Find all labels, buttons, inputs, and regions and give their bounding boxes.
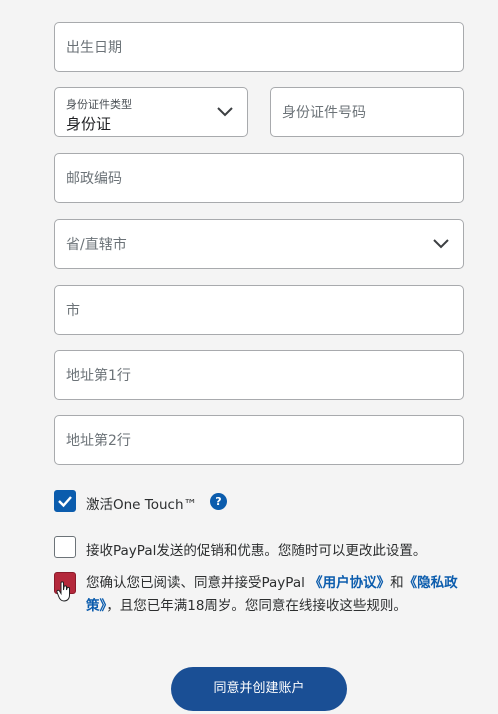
one-touch-checkbox[interactable] [54,490,76,512]
help-icon[interactable]: ? [210,493,227,510]
dob-field[interactable]: 出生日期 [54,22,464,72]
checkmark-icon [58,496,72,508]
address-line2-placeholder: 地址第2行 [66,433,131,449]
id-type-value: 身份证 [66,115,112,133]
id-type-label: 身份证件类型 [66,98,132,111]
dob-placeholder: 出生日期 [66,40,122,56]
postal-code-field[interactable]: 邮政编码 [54,153,464,203]
one-touch-label: 激活One Touch™ [86,497,198,513]
agreement-text-and: 和 [390,575,404,591]
agree-create-account-button[interactable]: 同意并创建账户 [171,667,347,711]
id-type-select[interactable]: 身份证件类型 身份证 [54,87,248,137]
province-placeholder: 省/直辖市 [66,237,127,253]
chevron-down-icon [217,107,233,117]
mouse-pointer-icon [56,581,70,602]
id-number-placeholder: 身份证件号码 [282,105,366,121]
address-line2-field[interactable]: 地址第2行 [54,415,464,465]
city-field[interactable]: 市 [54,285,464,335]
address-line1-placeholder: 地址第1行 [66,368,131,384]
city-placeholder: 市 [66,303,80,319]
postal-code-placeholder: 邮政编码 [66,171,122,187]
signup-form-page: 出生日期 身份证件类型 身份证 身份证件号码 邮政编码 省/直辖市 市 地址第1… [0,0,498,714]
agreement-text: 您确认您已阅读、同意并接受PayPal 《用户协议》和《隐私政策》，且您已年满1… [86,572,466,618]
agreement-text-after: ，且您已年满18周岁。您同意在线接收这些规则。 [106,598,407,614]
promo-label: 接收PayPal发送的促销和优惠。您随时可以更改此设置。 [86,543,427,559]
promo-checkbox[interactable] [54,536,76,558]
province-select[interactable]: 省/直辖市 [54,219,464,269]
user-agreement-link[interactable]: 《用户协议》 [309,575,390,591]
agreement-text-before: 您确认您已阅读、同意并接受PayPal [86,575,310,591]
address-line1-field[interactable]: 地址第1行 [54,350,464,400]
chevron-down-icon [433,239,449,249]
id-number-field[interactable]: 身份证件号码 [270,87,464,137]
